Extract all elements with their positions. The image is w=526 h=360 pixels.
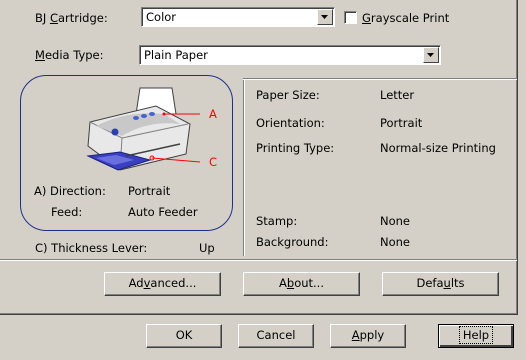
callout-c-label: C: [209, 155, 218, 169]
defaults-button[interactable]: Defaults: [382, 272, 499, 296]
feed-value: Auto Feeder: [128, 205, 198, 219]
callout-a-label: A: [209, 107, 217, 121]
ok-label: OK: [175, 328, 193, 342]
thickness-lever-label: C) Thickness Lever:: [35, 241, 148, 255]
advanced-label-post: anced...: [150, 276, 197, 290]
cancel-button[interactable]: Cancel: [238, 324, 314, 348]
cartridge-dropdown-button[interactable]: [317, 9, 333, 25]
defaults-label-post: lts: [450, 276, 465, 290]
grayscale-label-post: rayscale Print: [370, 11, 450, 25]
cartridge-label-post: artridge:: [57, 11, 108, 25]
defaults-label-pre: Defa: [416, 276, 444, 290]
background-label: Background:: [256, 235, 329, 249]
media-label-accel: M: [35, 48, 45, 62]
chevron-down-icon: [321, 15, 328, 19]
lower-separator: [0, 259, 517, 261]
apply-button[interactable]: Apply: [330, 324, 406, 348]
info-separator-vertical: [243, 78, 245, 256]
direction-label: A) Direction:: [34, 184, 106, 198]
thickness-lever-value: Up: [199, 241, 215, 255]
printer-illustration: [86, 87, 201, 171]
grayscale-checkbox[interactable]: [344, 11, 357, 24]
cartridge-value: Color: [146, 10, 177, 24]
direction-value: Portrait: [128, 184, 171, 198]
grayscale-label-accel: G: [362, 11, 371, 25]
printing-type-label: Printing Type:: [256, 141, 335, 155]
apply-label-post: pply: [359, 328, 385, 342]
defaults-label-accel: u: [443, 276, 451, 290]
orientation-label: Orientation:: [256, 116, 325, 130]
advanced-button[interactable]: Advanced...: [104, 272, 221, 296]
media-type-label: Media Type:: [35, 48, 104, 62]
help-button[interactable]: Help: [438, 324, 514, 348]
background-value: None: [380, 235, 411, 249]
media-type-value: Plain Paper: [144, 48, 208, 62]
help-label: Help: [458, 326, 494, 344]
paper-size-label: Paper Size:: [256, 88, 320, 102]
feed-label: Feed:: [51, 205, 83, 219]
media-type-dropdown-button[interactable]: [423, 47, 439, 63]
orientation-value: Portrait: [380, 116, 423, 130]
about-label-post: out...: [294, 276, 324, 290]
cartridge-label: BJ Cartridge:: [35, 11, 108, 25]
cancel-label: Cancel: [256, 328, 296, 342]
advanced-label-pre: Ad: [128, 276, 144, 290]
cartridge-label-accel: C: [49, 11, 58, 25]
about-button[interactable]: About...: [243, 272, 360, 296]
paper-size-value: Letter: [380, 88, 415, 102]
chevron-down-icon: [427, 53, 434, 57]
stamp-value: None: [380, 214, 411, 228]
media-type-select[interactable]: Plain Paper: [139, 45, 441, 65]
info-separator-top: [243, 78, 517, 80]
cartridge-label-pre: BJ: [35, 11, 50, 25]
apply-label-accel: A: [351, 328, 360, 342]
cartridge-select[interactable]: Color: [141, 7, 335, 27]
printing-type-value: Normal-size Printing: [380, 141, 496, 155]
about-label-pre: A: [279, 276, 287, 290]
grayscale-label[interactable]: Grayscale Print: [362, 11, 449, 25]
ok-button[interactable]: OK: [146, 324, 222, 348]
media-label-post: edia Type:: [44, 48, 104, 62]
stamp-label: Stamp:: [256, 214, 298, 228]
